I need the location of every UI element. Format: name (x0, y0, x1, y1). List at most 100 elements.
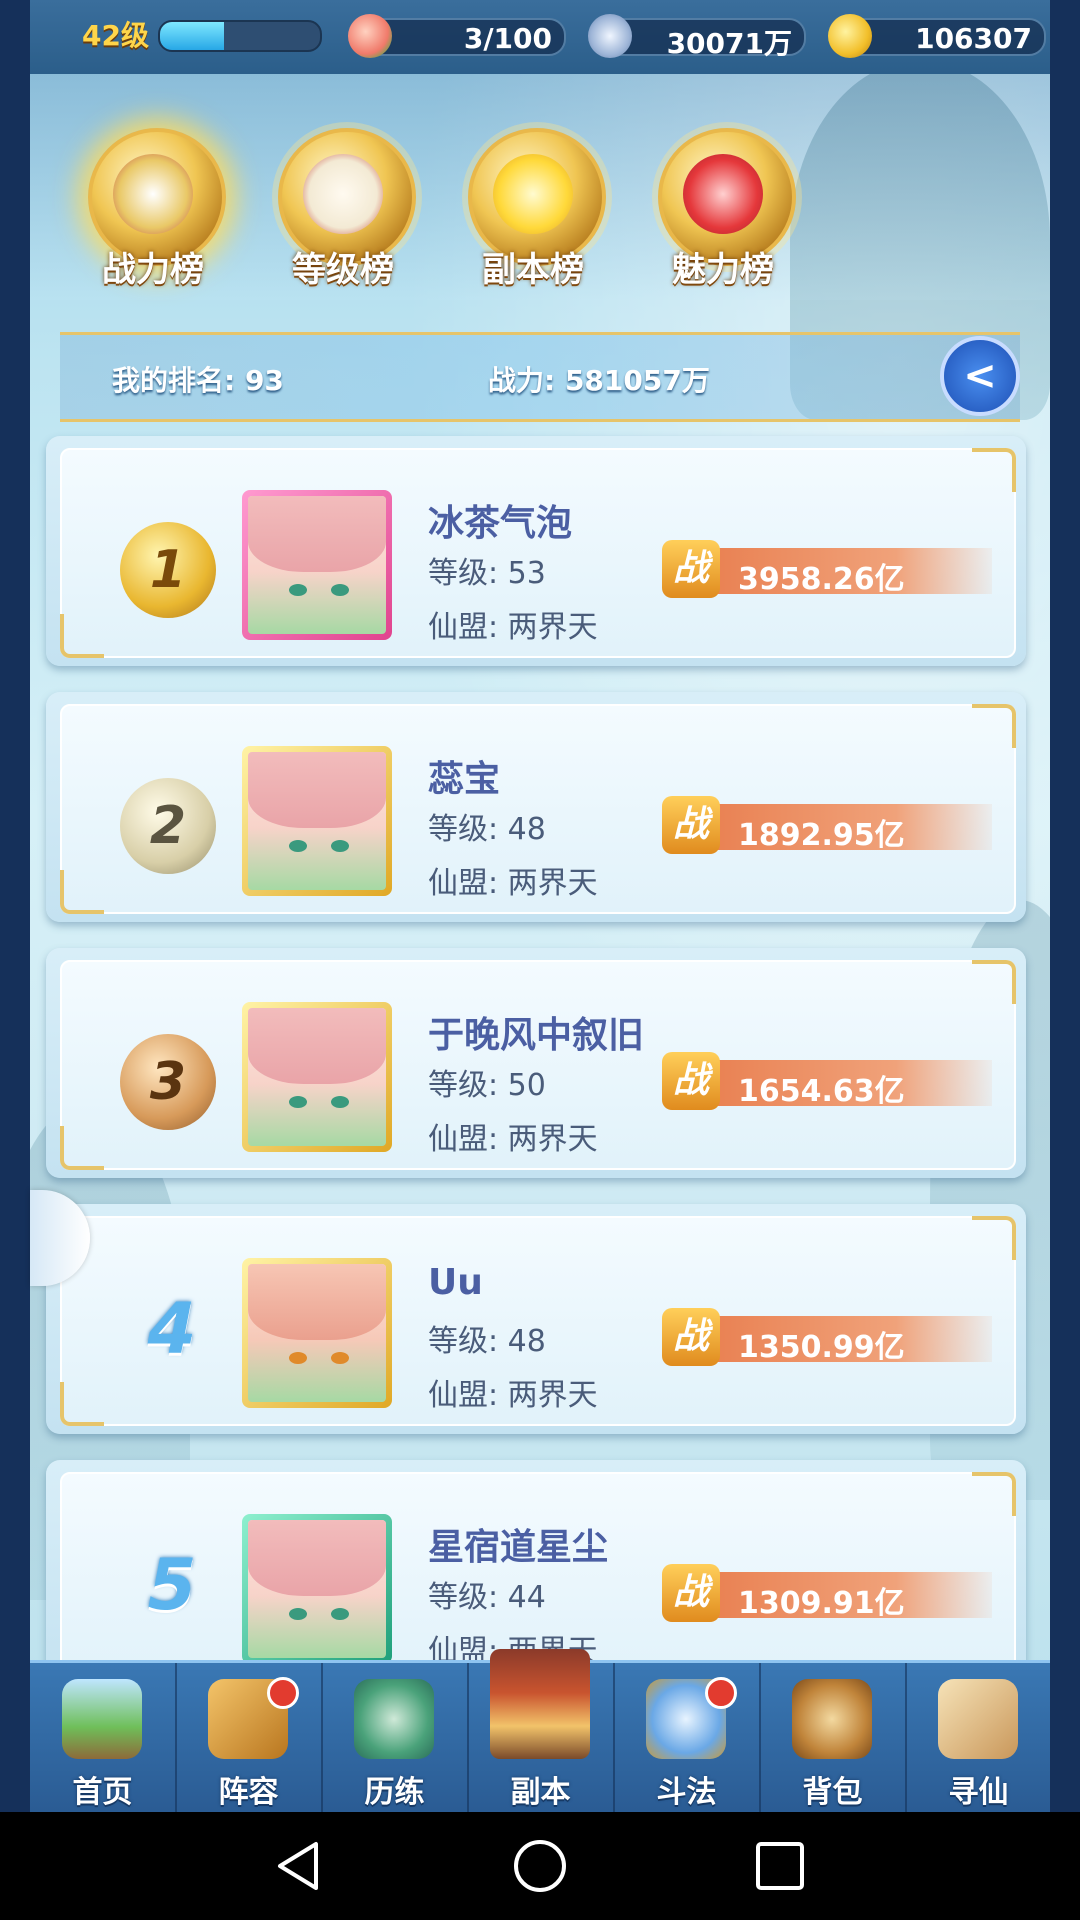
tab-label: 副本榜 (482, 250, 584, 290)
power-badge: 战 1350.99亿 (662, 1308, 992, 1366)
tab-label: 战力榜 (102, 250, 204, 290)
nav-label: 副本 (510, 1775, 571, 1810)
tab-label: 等级榜 (292, 250, 394, 290)
ranking-row[interactable]: 1 冰茶气泡 等级: 53 仙盟: 两界天 战 3958.26亿 (46, 436, 1026, 666)
avatar-hair (248, 1008, 386, 1084)
player-name: 蕊宝 (428, 759, 501, 800)
power-value: 3958.26亿 (738, 562, 905, 597)
temple-gate-icon (490, 1649, 590, 1759)
back-triangle-icon[interactable] (270, 1836, 330, 1896)
back-button[interactable]: < (940, 336, 1020, 416)
star-emblem-icon (493, 154, 573, 234)
rank-number: 3 (149, 1052, 187, 1112)
coin-icon (588, 14, 632, 58)
player-avatar[interactable] (242, 1258, 392, 1408)
corner-ornament (972, 1472, 1016, 1516)
silver-value: 30071万 (666, 27, 792, 60)
ranking-row[interactable]: 4 Uu 等级: 48 仙盟: 两界天 战 1350.99亿 (46, 1204, 1026, 1434)
avatar-portrait (248, 1520, 386, 1658)
nav-lineup[interactable]: 阵容 (176, 1663, 323, 1815)
stamina-counter[interactable]: 3/100 (348, 14, 566, 58)
avatar-eye (289, 584, 308, 597)
player-guild: 仙盟: 两界天 (428, 1122, 598, 1157)
ranking-row[interactable]: 2 蕊宝 等级: 48 仙盟: 两界天 战 1892.95亿 (46, 692, 1026, 922)
battle-icon: 战 (662, 1308, 720, 1366)
exp-progress-fill (160, 22, 224, 50)
avatar-portrait (248, 496, 386, 634)
ranking-row-inner: 2 蕊宝 等级: 48 仙盟: 两界天 战 1892.95亿 (60, 704, 1016, 914)
gourd-icon (354, 1679, 434, 1759)
player-name: Uu (428, 1262, 483, 1303)
tab-power-ranking[interactable]: 战力榜 (72, 118, 234, 290)
silver-counter[interactable]: 30071万 (588, 14, 806, 60)
recents-square-icon[interactable] (750, 1836, 810, 1896)
corner-ornament (972, 704, 1016, 748)
gold-medal-icon: 1 (120, 522, 216, 618)
my-rank: 我的排名: 93 (112, 364, 284, 397)
battle-icon: 战 (662, 1564, 720, 1622)
nav-battle[interactable]: 斗法 (614, 1663, 761, 1815)
corner-ornament (60, 870, 104, 914)
my-power: 战力: 581057万 (488, 364, 710, 397)
game-screen: 42级 3/100 30071万 106307 战力榜 等级榜 副本榜 魅力榜 … (30, 0, 1050, 1812)
nav-home[interactable]: 首页 (30, 1663, 177, 1815)
player-guild: 仙盟: 两界天 (428, 866, 598, 901)
nav-dungeon[interactable]: 副本 (468, 1649, 615, 1815)
drum-emblem-icon (303, 154, 383, 234)
tab-dungeon-ranking[interactable]: 副本榜 (452, 118, 614, 290)
ranking-row-inner: 3 于晚风中叙旧 等级: 50 仙盟: 两界天 战 1654.63亿 (60, 960, 1016, 1170)
avatar-portrait (248, 1264, 386, 1402)
tab-label: 魅力榜 (672, 250, 774, 290)
home-circle-icon[interactable] (510, 1836, 570, 1896)
resource-bar: 42级 3/100 30071万 106307 (30, 0, 1050, 74)
sword-emblem-icon (113, 154, 193, 234)
battle-icon: 战 (662, 796, 720, 854)
bronze-medal-icon: 3 (120, 1034, 216, 1130)
nav-training[interactable]: 历练 (322, 1663, 469, 1815)
avatar-eye (289, 1608, 308, 1621)
player-avatar[interactable] (242, 1514, 392, 1664)
avatar-eye (289, 1096, 308, 1109)
corner-ornament (972, 448, 1016, 492)
rank-number: 5 (147, 1544, 197, 1626)
avatar-eye (330, 1608, 349, 1621)
notification-dot (705, 1677, 737, 1709)
player-name: 星宿道星尘 (428, 1527, 609, 1568)
battle-icon: 战 (662, 540, 720, 598)
nav-label: 寻仙 (948, 1775, 1009, 1810)
player-level-text: 等级: 48 (428, 812, 546, 847)
player-level-text: 等级: 53 (428, 556, 546, 591)
corner-ornament (60, 1126, 104, 1170)
player-level: 42级 (82, 19, 149, 52)
silver-medal-icon: 2 (120, 778, 216, 874)
nav-bag[interactable]: 背包 (760, 1663, 907, 1815)
avatar-hair (248, 496, 386, 572)
nav-label: 首页 (72, 1775, 133, 1810)
nav-label: 背包 (802, 1775, 863, 1810)
nav-label: 斗法 (656, 1775, 717, 1810)
avatar-portrait (248, 752, 386, 890)
rank-number: 4 (147, 1288, 197, 1370)
player-avatar[interactable] (242, 490, 392, 640)
power-value: 1309.91亿 (738, 1586, 905, 1621)
power-value: 1350.99亿 (738, 1330, 905, 1365)
player-level-text: 等级: 48 (428, 1324, 546, 1359)
tab-level-ranking[interactable]: 等级榜 (262, 118, 424, 290)
nav-seek-immortal[interactable]: 寻仙 (906, 1663, 1051, 1815)
avatar-eye (330, 1096, 349, 1109)
player-level-text: 等级: 50 (428, 1068, 546, 1103)
gold-value: 106307 (915, 22, 1032, 55)
player-avatar[interactable] (242, 746, 392, 896)
battle-icon: 战 (662, 1052, 720, 1110)
gold-counter[interactable]: 106307 (828, 14, 1046, 58)
corner-ornament (60, 1382, 104, 1426)
nav-label: 历练 (364, 1775, 425, 1810)
player-name: 于晚风中叙旧 (428, 1015, 645, 1056)
player-avatar[interactable] (242, 1002, 392, 1152)
bag-icon (792, 1679, 872, 1759)
stamina-value: 3/100 (463, 22, 552, 55)
corner-ornament (972, 960, 1016, 1004)
avatar-hair (248, 1264, 386, 1340)
ranking-row[interactable]: 3 于晚风中叙旧 等级: 50 仙盟: 两界天 战 1654.63亿 (46, 948, 1026, 1178)
tab-charm-ranking[interactable]: 魅力榜 (642, 118, 804, 290)
